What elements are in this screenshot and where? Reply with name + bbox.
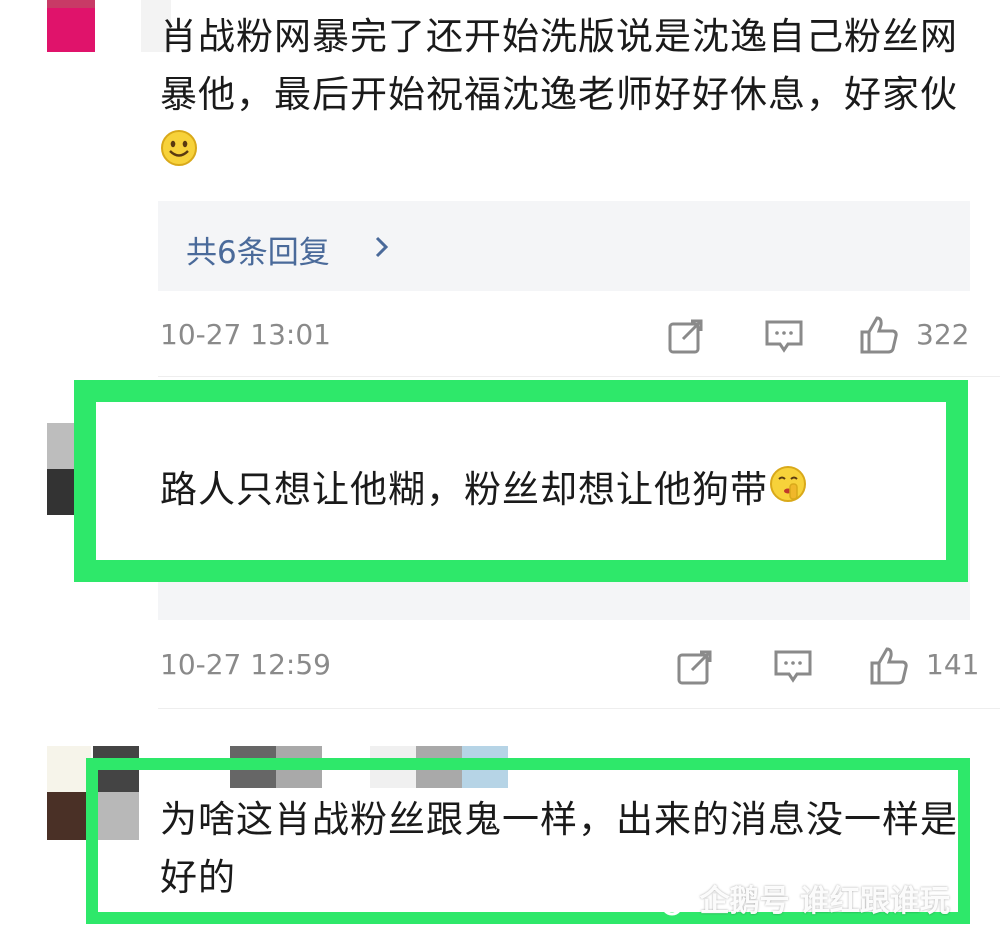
like-count: 322 (916, 318, 970, 351)
reply-summary[interactable]: 共6条回复 (158, 201, 970, 291)
comment-text: 路人只想让他糊，粉丝却想让他狗带 (160, 461, 940, 521)
comment-time: 10-27 13:01 (160, 318, 331, 351)
highlight-box-inner-edge (96, 402, 106, 560)
divider (158, 376, 1000, 377)
watermark: 企鹅号 谁红跟谁玩 (655, 876, 950, 924)
shush-emoji-icon (768, 463, 808, 521)
comment-icon[interactable] (773, 648, 813, 686)
like-icon[interactable] (858, 314, 900, 356)
chevron-right-icon (374, 235, 390, 259)
comment-icon[interactable] (764, 318, 804, 356)
avatar[interactable] (47, 0, 171, 52)
like-icon[interactable] (868, 645, 910, 687)
share-icon[interactable] (667, 317, 705, 355)
penguin-icon (655, 882, 689, 924)
divider (158, 708, 1000, 709)
comment-time: 10-27 12:59 (160, 648, 331, 681)
comment-text: 肖战粉网暴完了还开始洗版说是沈逸自己粉丝网暴他，最后开始祝福沈逸老师好好休息，好… (160, 8, 960, 184)
smile-emoji-icon (160, 126, 198, 184)
like-count: 141 (926, 648, 980, 681)
share-icon[interactable] (676, 648, 714, 686)
reply-count-link[interactable]: 共6条回复 (186, 227, 330, 272)
